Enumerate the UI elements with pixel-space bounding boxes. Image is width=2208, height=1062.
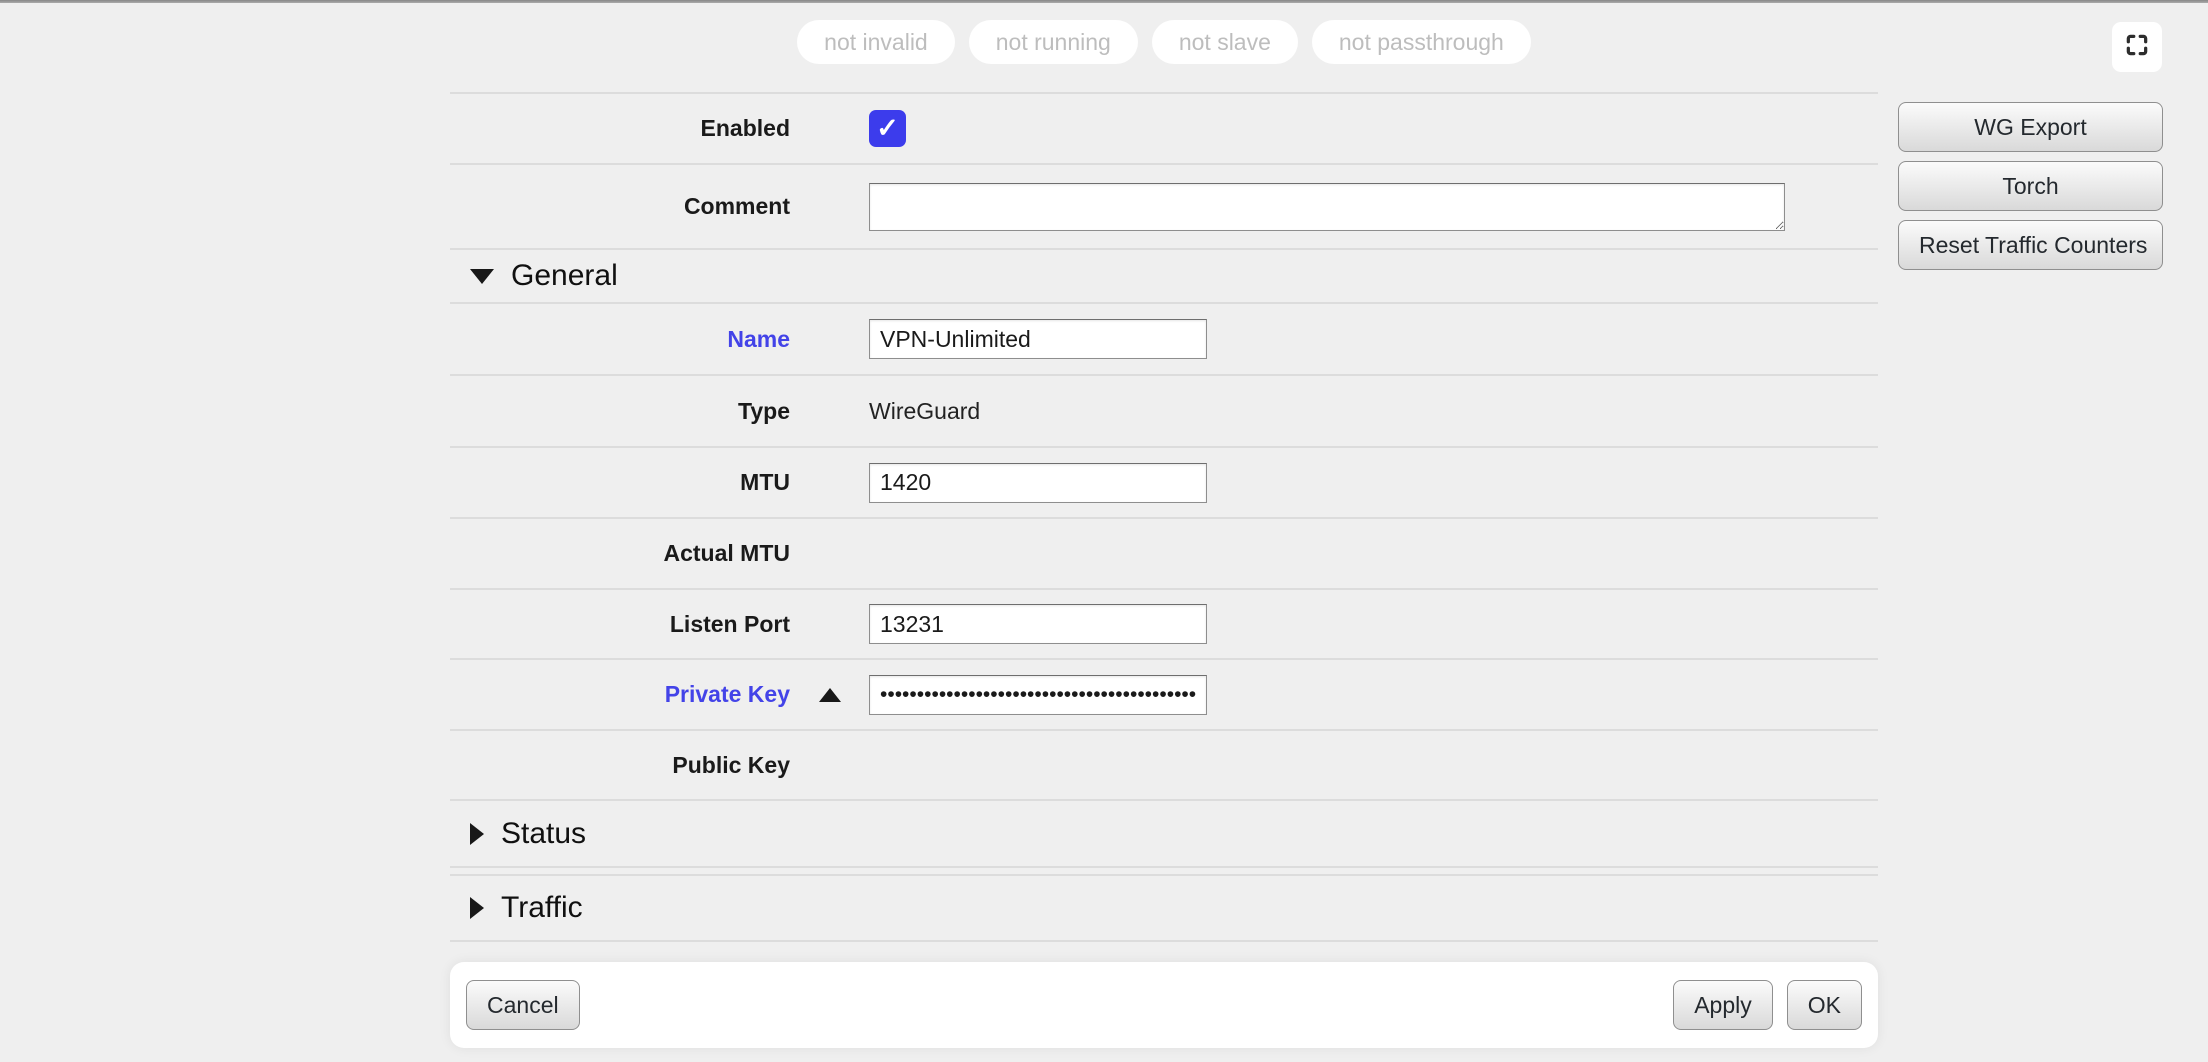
- side-button-panel: WG Export Torch Reset Traffic Counters: [1898, 102, 2163, 270]
- enabled-row: Enabled ✓: [450, 94, 1878, 165]
- chevron-down-icon: [470, 269, 494, 284]
- mtu-input[interactable]: [869, 463, 1207, 503]
- page-top-border: [0, 0, 2208, 3]
- private-key-row: Private Key: [450, 660, 1878, 731]
- private-key-input[interactable]: [869, 675, 1207, 715]
- collapse-up-icon[interactable]: [819, 688, 841, 702]
- mtu-row: MTU: [450, 448, 1878, 519]
- public-key-row: Public Key: [450, 731, 1878, 801]
- status-badge-not-running: not running: [969, 20, 1138, 64]
- status-section-header[interactable]: Status: [450, 801, 1878, 868]
- enabled-checkbox[interactable]: ✓: [869, 110, 906, 147]
- comment-label: Comment: [450, 193, 790, 220]
- status-badge-not-passthrough: not passthrough: [1312, 20, 1531, 64]
- listen-port-row: Listen Port: [450, 590, 1878, 660]
- enabled-label: Enabled: [450, 115, 790, 142]
- status-badge-not-invalid: not invalid: [797, 20, 955, 64]
- ok-button[interactable]: OK: [1787, 980, 1862, 1030]
- type-value: WireGuard: [869, 398, 980, 425]
- actual-mtu-label: Actual MTU: [450, 540, 790, 567]
- name-row: Name: [450, 304, 1878, 376]
- comment-textarea[interactable]: [869, 183, 1785, 231]
- private-key-label: Private Key: [450, 681, 790, 708]
- wireguard-interface-form: Enabled ✓ Comment General Name Type Wire…: [450, 92, 1878, 942]
- status-badge-not-slave: not slave: [1152, 20, 1298, 64]
- name-input[interactable]: [869, 319, 1207, 359]
- listen-port-label: Listen Port: [450, 611, 790, 638]
- general-section-header[interactable]: General: [450, 250, 1878, 304]
- traffic-section-label: Traffic: [501, 891, 583, 925]
- chevron-right-icon: [470, 823, 484, 845]
- public-key-label: Public Key: [450, 752, 790, 779]
- chevron-right-icon: [470, 897, 484, 919]
- type-row: Type WireGuard: [450, 376, 1878, 448]
- mtu-label: MTU: [450, 469, 790, 496]
- apply-button[interactable]: Apply: [1673, 980, 1773, 1030]
- fullscreen-icon: [2124, 32, 2150, 63]
- type-label: Type: [450, 398, 790, 425]
- general-section-label: General: [511, 259, 618, 293]
- cancel-button[interactable]: Cancel: [466, 980, 580, 1030]
- actual-mtu-row: Actual MTU: [450, 519, 1878, 590]
- status-badges: not invalid not running not slave not pa…: [450, 20, 1878, 64]
- torch-button[interactable]: Torch: [1898, 161, 2163, 211]
- fullscreen-button[interactable]: [2112, 22, 2162, 72]
- traffic-section-header[interactable]: Traffic: [450, 874, 1878, 942]
- comment-row: Comment: [450, 165, 1878, 250]
- status-section-label: Status: [501, 817, 586, 851]
- checkmark-icon: ✓: [876, 113, 899, 144]
- reset-traffic-counters-button[interactable]: Reset Traffic Counters: [1898, 220, 2163, 270]
- action-bar: Cancel Apply OK: [450, 962, 1878, 1048]
- listen-port-input[interactable]: [869, 604, 1207, 644]
- name-label: Name: [450, 326, 790, 353]
- wg-export-button[interactable]: WG Export: [1898, 102, 2163, 152]
